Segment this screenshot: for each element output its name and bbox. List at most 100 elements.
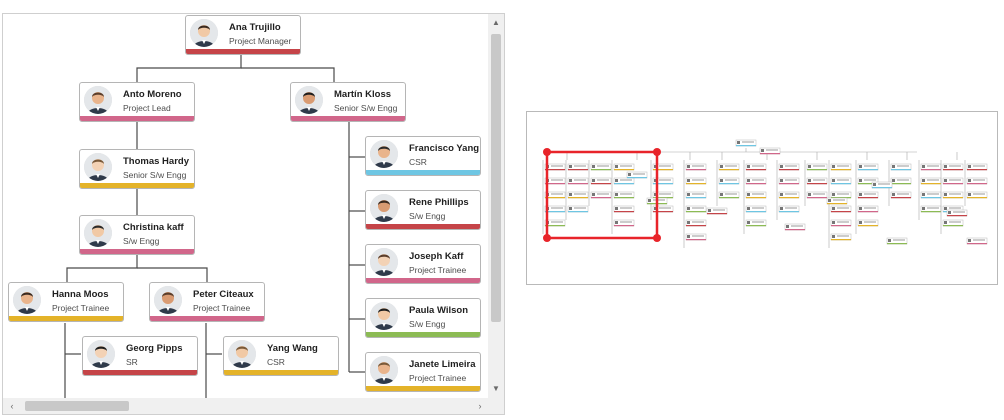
minimap-node-avatar — [615, 193, 618, 196]
minimap-node-text — [897, 179, 909, 181]
minimap-node-text — [597, 165, 609, 167]
node-name: Peter Citeaux — [193, 289, 254, 300]
minimap-node-text — [597, 179, 609, 181]
node-name: Rene Phillips — [409, 197, 469, 208]
org-chart-diagram[interactable]: Ana Trujillo Project Manager Anto Moreno Pr… — [2, 13, 505, 415]
org-node[interactable]: Hanna Moos Project Trainee — [8, 282, 124, 322]
node-color-bar — [80, 116, 194, 121]
node-role: S/w Engg — [409, 319, 446, 329]
minimap-node-avatar — [747, 165, 750, 168]
minimap-node-text — [864, 207, 876, 209]
minimap-node-text — [791, 225, 803, 227]
minimap-node-bar — [807, 169, 827, 171]
minimap-node-text — [897, 165, 909, 167]
minimap-node-text — [927, 193, 939, 195]
connector — [66, 255, 138, 282]
org-node[interactable]: Paula Wilson S/w Engg — [365, 298, 481, 338]
org-node[interactable]: Georg Pipps SR — [82, 336, 198, 376]
minimap-node-avatar — [687, 165, 690, 168]
minimap-node-bar — [831, 183, 851, 185]
node-color-bar — [80, 249, 194, 254]
minimap-node-text — [725, 179, 737, 181]
minimap-node-bar — [779, 169, 799, 171]
minimap-node-avatar — [968, 239, 971, 242]
minimap-node-avatar — [832, 179, 835, 182]
minimap-node-text — [653, 199, 665, 201]
minimap-node-text — [949, 207, 961, 209]
scroll-up-icon[interactable]: ▲ — [488, 16, 504, 30]
avatar — [154, 286, 182, 314]
minimap-node-avatar — [892, 179, 895, 182]
overview-minimap[interactable] — [527, 112, 998, 285]
minimap-node-text — [742, 141, 754, 143]
node-role: Project Lead — [123, 103, 171, 113]
minimap-node-text — [973, 239, 985, 241]
org-node[interactable]: Francisco Yang CSR — [365, 136, 481, 176]
minimap-node-bar — [943, 183, 963, 185]
minimap-node-text — [659, 193, 671, 195]
minimap-node-avatar — [808, 193, 811, 196]
scroll-right-icon[interactable]: › — [473, 398, 487, 414]
minimap-node-avatar — [859, 193, 862, 196]
horizontal-scrollbar[interactable]: ‹ › — [3, 398, 489, 414]
minimap-node-bar — [568, 183, 588, 185]
org-node[interactable]: Thomas Hardy Senior S/w Engg — [79, 149, 195, 189]
vertical-scrollbar[interactable]: ▲ ▼ — [488, 14, 504, 398]
minimap-node-text — [785, 179, 797, 181]
minimap-node-text — [973, 179, 985, 181]
minimap-node-bar — [779, 211, 799, 213]
minimap-node-text — [864, 179, 876, 181]
avatar — [84, 219, 112, 247]
minimap-node-text — [551, 193, 563, 195]
minimap-node-avatar — [944, 193, 947, 196]
org-node[interactable]: Martín Kloss Senior S/w Engg — [290, 82, 406, 122]
minimap-node-avatar — [832, 235, 835, 238]
org-node[interactable]: Ana Trujillo Project Manager — [185, 15, 301, 55]
scroll-left-icon[interactable]: ‹ — [5, 398, 19, 414]
minimap-node-avatar — [615, 207, 618, 210]
org-node[interactable]: Yang Wang CSR — [223, 336, 339, 376]
minimap-node-text — [897, 193, 909, 195]
horizontal-scroll-thumb[interactable] — [25, 401, 129, 411]
minimap-node-bar — [947, 215, 967, 217]
org-node[interactable]: Rene Phillips S/w Engg — [365, 190, 481, 230]
avatar — [84, 86, 112, 114]
minimap-node-avatar — [859, 221, 862, 224]
minimap-node-bar — [719, 197, 739, 199]
minimap-node-bar — [614, 169, 634, 171]
minimap-node-bar — [785, 229, 805, 231]
scroll-down-icon[interactable]: ▼ — [488, 382, 504, 396]
minimap-node-bar — [686, 197, 706, 199]
node-color-bar — [366, 224, 480, 229]
minimap-node-avatar — [832, 165, 835, 168]
minimap-node-bar — [568, 197, 588, 199]
org-node[interactable]: Christina kaff S/w Engg — [79, 215, 195, 255]
minimap-node-bar — [943, 197, 963, 199]
node-role: Project Trainee — [52, 303, 110, 313]
vertical-scroll-thumb[interactable] — [491, 34, 501, 322]
org-node[interactable]: Joseph Kaff Project Trainee — [365, 244, 481, 284]
minimap-node-bar — [891, 169, 911, 171]
minimap-node-bar — [967, 183, 987, 185]
diagram-canvas[interactable]: Ana Trujillo Project Manager Anto Moreno Pr… — [3, 14, 489, 398]
avatar — [370, 248, 398, 276]
minimap-node-text — [752, 207, 764, 209]
org-node[interactable]: Anto Moreno Project Lead — [79, 82, 195, 122]
minimap-node-text — [620, 179, 632, 181]
minimap-node-avatar — [922, 207, 925, 210]
minimap-node-bar — [736, 145, 756, 147]
org-node[interactable]: Peter Citeaux Project Trainee — [149, 282, 265, 322]
node-name: Paula Wilson — [409, 305, 469, 316]
minimap-node-avatar — [720, 179, 723, 182]
org-node[interactable]: Janete Limeira Project Trainee — [365, 352, 481, 392]
minimap-node-bar — [921, 169, 941, 171]
minimap-node-text — [597, 193, 609, 195]
overview-panel[interactable] — [526, 111, 998, 285]
minimap-node-bar — [591, 197, 611, 199]
minimap-node-avatar — [832, 207, 835, 210]
minimap-node-avatar — [687, 179, 690, 182]
minimap-node-text — [927, 207, 939, 209]
minimap-node-bar — [746, 183, 766, 185]
minimap-node-text — [752, 165, 764, 167]
node-name: Francisco Yang — [409, 143, 480, 154]
